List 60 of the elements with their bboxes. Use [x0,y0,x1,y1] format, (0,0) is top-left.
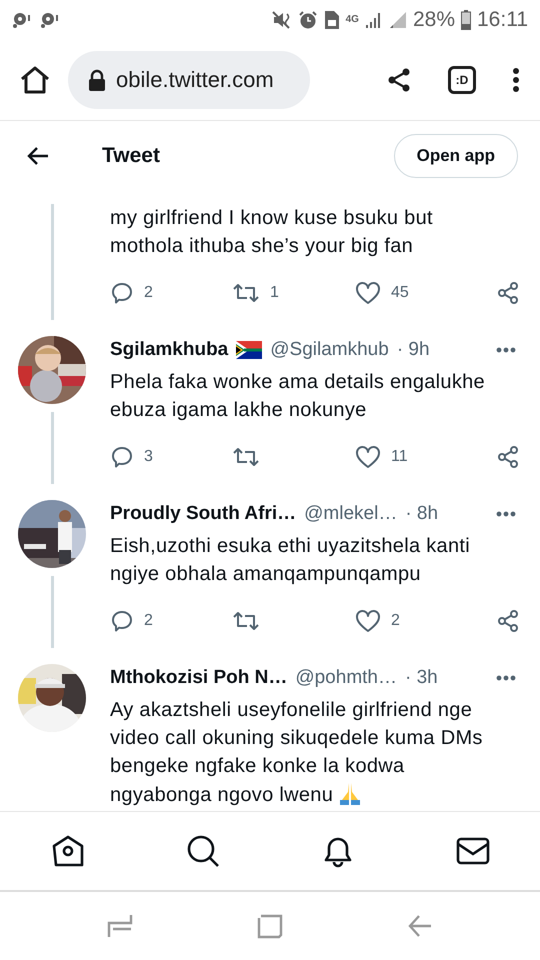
like-icon[interactable] [355,445,381,469]
tweet-text: Ay akaztsheli useyfonelile girlfriend nge video call okuning sikuqedele kuma DMs bengeke ngfake konke la kodwa ngyabonga ngovo lwenu [110,699,483,806]
retweet-icon[interactable] [232,281,260,305]
author-name[interactable]: Proudly South Afri… [110,503,296,525]
like-icon[interactable] [355,609,381,633]
search-icon[interactable] [186,834,220,868]
like-count: 11 [391,448,408,466]
user-handle[interactable]: @pohmth… [295,667,397,689]
author-name[interactable]: Sgilamkhuba [110,339,228,361]
notification-icon [40,11,60,29]
page-title: Tweet [102,144,160,168]
like-count: 2 [391,612,400,630]
clock: 16:11 [477,8,528,32]
address-bar[interactable]: obile.twitter.com [68,51,310,109]
tweet-text: Phela faka wonke ama details engalukhe ebuza igama lakhe nokunye [110,371,485,421]
network-type: 4G [346,15,359,25]
share-icon[interactable] [496,281,520,305]
tweet-text: my girlfriend I know kuse bsuku but mothola ithuba she’s your big fan [110,207,433,257]
reply-icon[interactable] [110,445,134,469]
tweet-text: Eish,uzothi esuka ethi uyazitshela kanti ngiye obhala amanqampunqampu [110,535,470,585]
menu-icon[interactable] [512,67,520,93]
reply-count: 2 [144,612,153,630]
reply-icon[interactable] [110,609,134,633]
signal-icon [388,11,407,29]
like-count: 45 [391,284,409,302]
alarm-icon [298,10,318,30]
post-time: · 3h [405,667,438,689]
notification-icon [12,11,32,29]
tab-switcher-button[interactable]: :D [448,66,476,94]
share-icon[interactable] [386,67,412,93]
home-button-icon[interactable] [257,913,283,939]
more-options-icon[interactable] [496,511,516,517]
more-options-icon[interactable] [496,347,516,353]
post-time: · 8h [405,503,438,525]
signal-icon [364,11,383,29]
home-icon[interactable] [50,834,86,868]
reply-icon[interactable] [110,281,134,305]
reply-count: 3 [144,448,153,466]
user-handle[interactable]: @Sgilamkhub [270,339,389,361]
reply-count: 2 [144,284,153,302]
more-options-icon[interactable] [496,675,516,681]
retweet-icon[interactable] [232,445,260,469]
retweet-count: 1 [270,284,279,302]
back-arrow-icon[interactable] [26,146,50,166]
share-icon[interactable] [496,609,520,633]
like-icon[interactable] [355,281,381,305]
author-name[interactable]: Mthokozisi Poh N… [110,667,288,689]
sim-card-icon [324,10,340,30]
open-app-button[interactable]: Open app [394,134,518,178]
battery-percent: 28% [412,8,455,32]
battery-icon [461,10,471,30]
post-time: · 9h [396,339,430,361]
recent-apps-icon[interactable] [107,913,133,939]
mail-icon[interactable] [456,836,490,866]
home-icon[interactable] [20,66,50,94]
user-handle[interactable]: @mlekel… [304,503,398,525]
retweet-icon[interactable] [232,609,260,633]
share-icon[interactable] [496,445,520,469]
back-icon[interactable] [407,913,433,939]
mute-icon [272,10,292,30]
